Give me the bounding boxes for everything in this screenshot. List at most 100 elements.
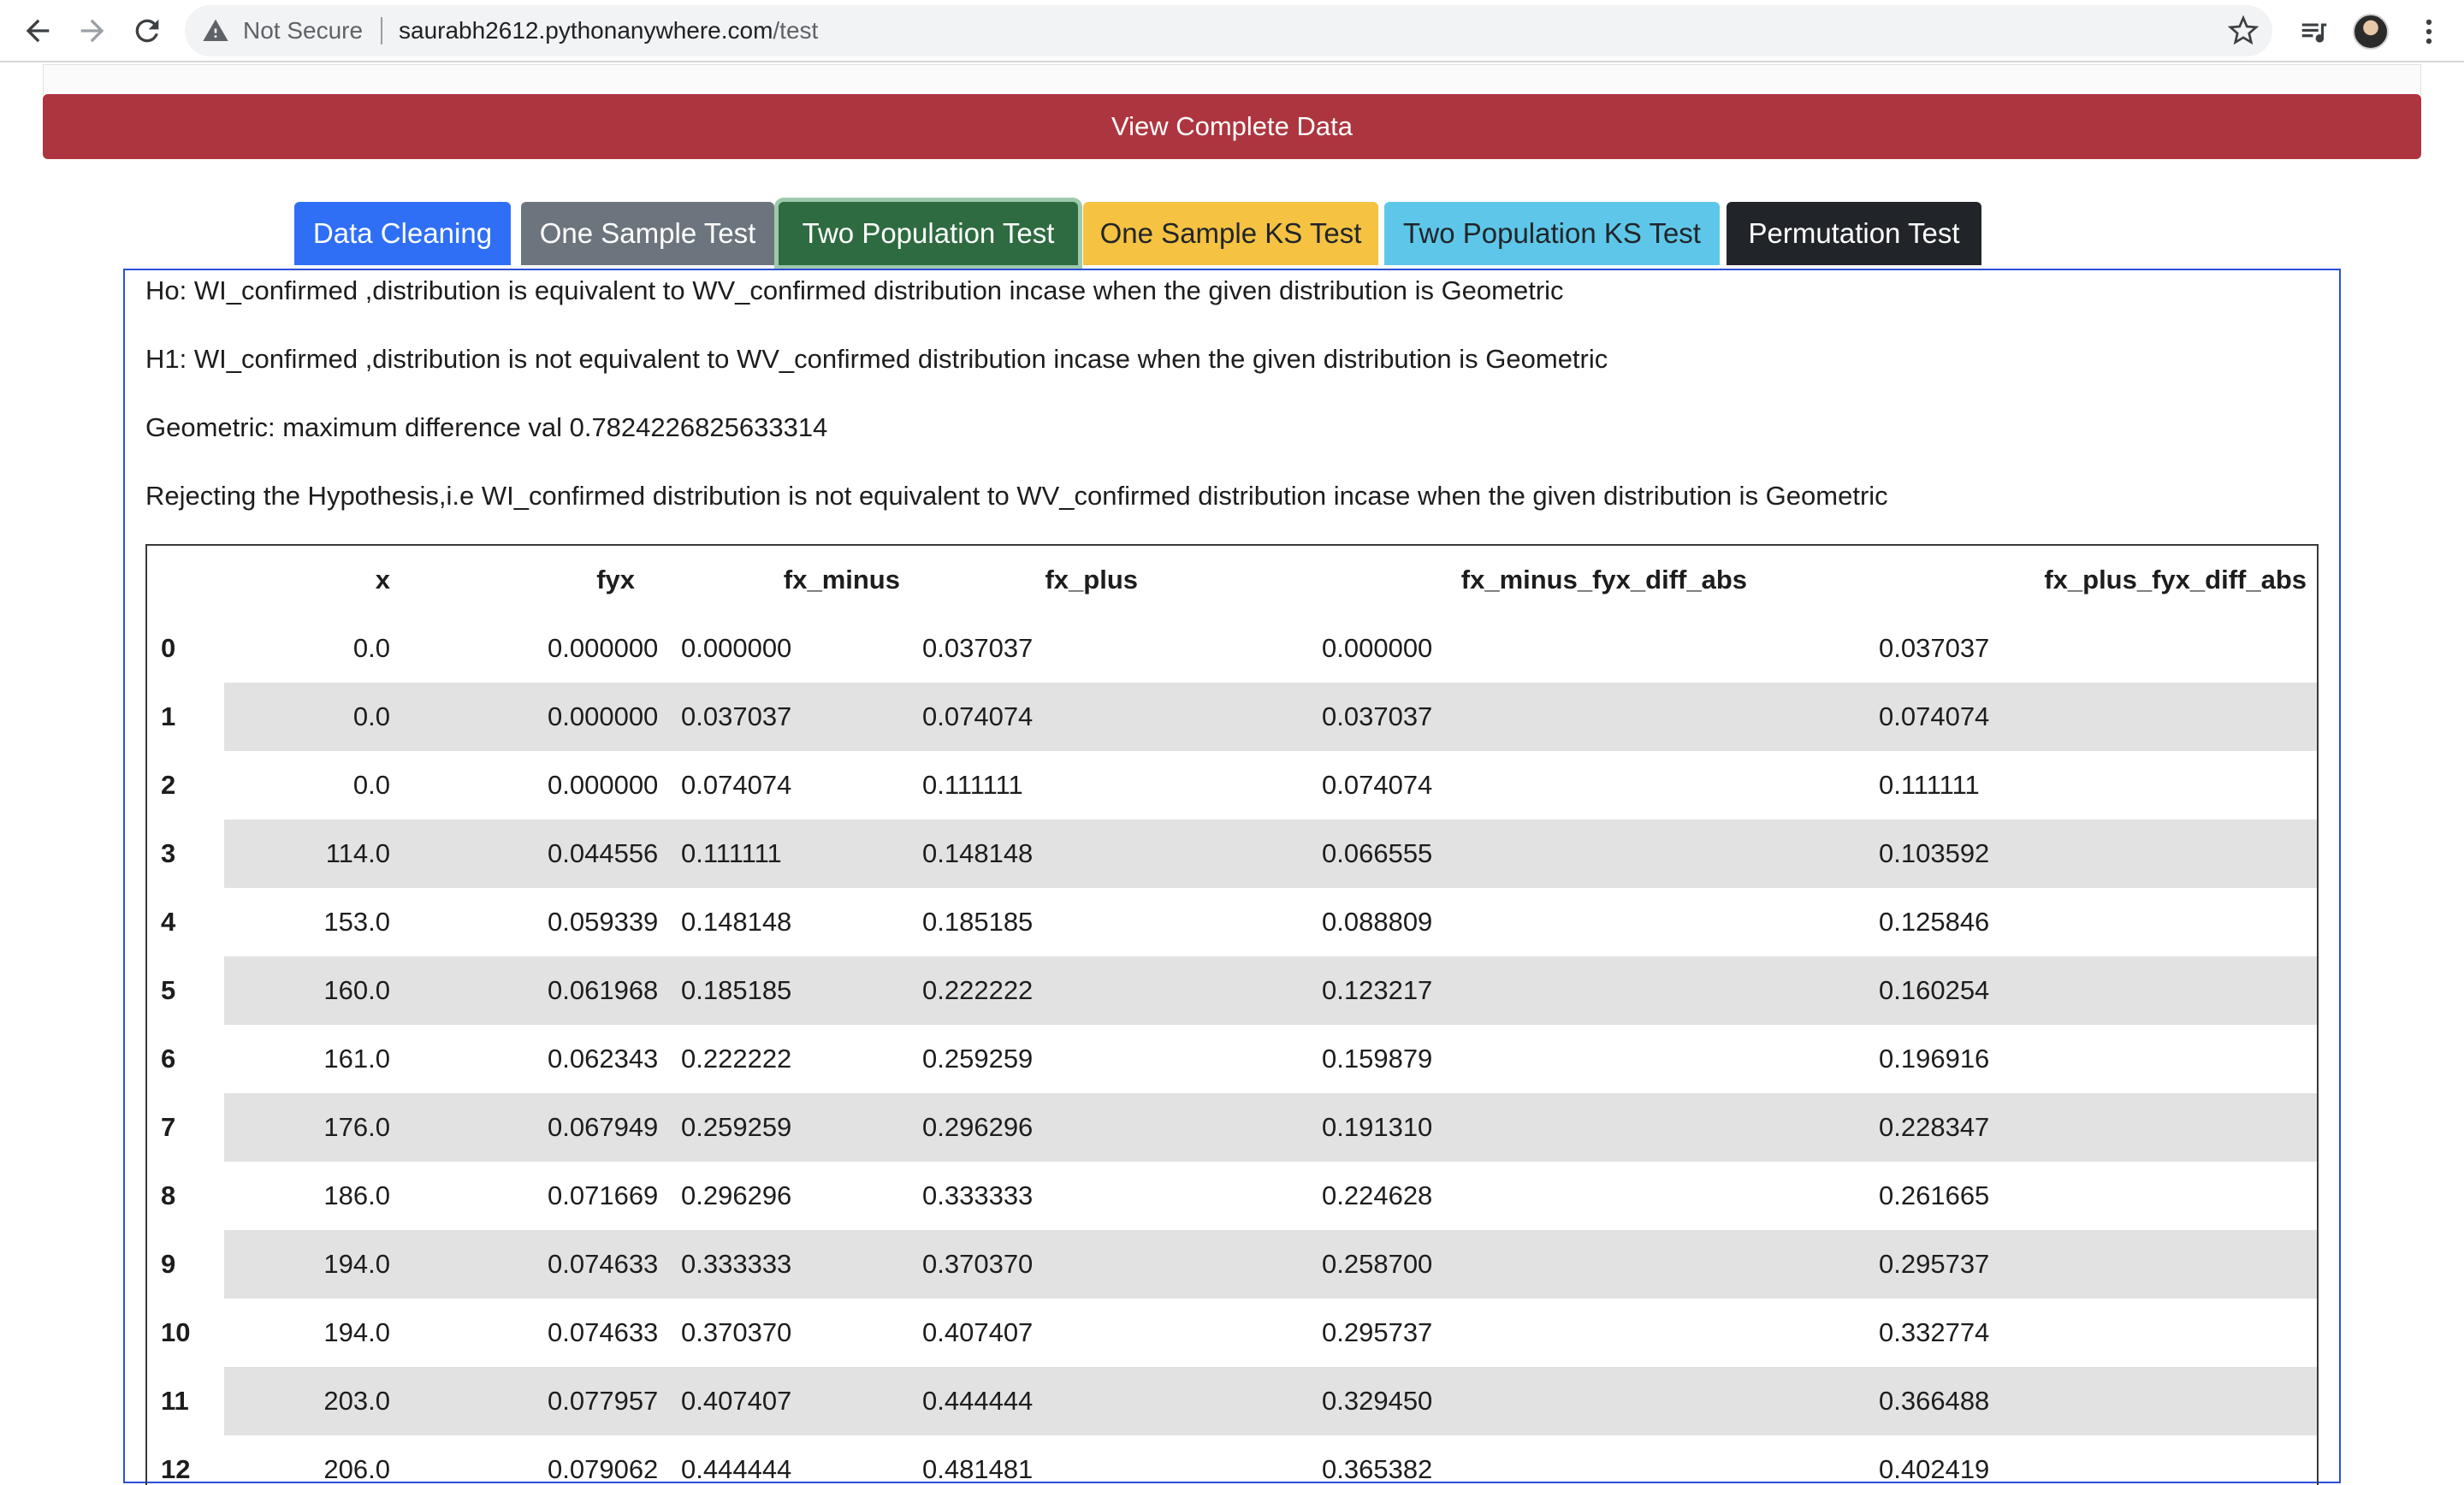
cell-fyx: 0.061968 — [438, 956, 658, 1025]
cell-x: 0.0 — [352, 633, 390, 663]
page-header-strip — [43, 64, 2421, 95]
cell-fyx: 0.059339 — [548, 907, 659, 937]
cell-index: 7 — [161, 1112, 176, 1142]
table-row: 0 0.0 0.000000 0.000000 0.037037 0.000000 0.03… — [147, 614, 2317, 683]
cell-x: 114.0 — [224, 819, 438, 888]
cell-x: 194.0 — [224, 1230, 438, 1299]
column-header-x: x — [375, 565, 390, 595]
cell-fx-plus-fyx-diff-abs: 0.402419 — [1879, 1454, 1990, 1484]
cell-fx-plus: 0.407407 — [922, 1317, 1034, 1347]
url-domain: saurabh2612.pythonanywhere.com — [399, 17, 773, 44]
tab-data-cleaning[interactable]: Data Cleaning — [294, 202, 511, 265]
table-row: 5 160.0 0.061968 0.185185 0.222222 0.123217 0.… — [147, 956, 2317, 1025]
conclusion-text: Rejecting the Hypothesis,i.e WI_confirme… — [145, 481, 1888, 511]
tab-two-population-ks-test[interactable]: Two Population KS Test — [1384, 202, 1720, 265]
table-row: 11 203.0 0.077957 0.407407 0.444444 0.329450 0… — [147, 1367, 2317, 1435]
cell-index: 6 — [161, 1044, 176, 1074]
cell-fx-plus: 0.148148 — [909, 819, 1165, 888]
cell-fx-minus-fyx-diff-abs: 0.258700 — [1165, 1230, 1747, 1299]
cell-fx-minus: 0.259259 — [643, 1093, 909, 1162]
cell-fyx: 0.000000 — [548, 633, 659, 663]
cell-fx-plus: 0.037037 — [922, 633, 1034, 663]
cell-fyx: 0.077957 — [438, 1367, 658, 1435]
cell-fx-minus: 0.000000 — [681, 633, 792, 663]
column-header-fx-plus-fyx-diff-abs: fx_plus_fyx_diff_abs — [2044, 565, 2307, 595]
tab-one-sample-test[interactable]: One Sample Test — [521, 202, 774, 265]
tab-permutation-test[interactable]: Permutation Test — [1727, 202, 1981, 265]
cell-index: 1 — [161, 701, 176, 731]
cell-fx-minus: 0.037037 — [643, 683, 909, 751]
alternative-hypothesis-text: H1: WI_confirmed ,distribution is not eq… — [145, 344, 1608, 374]
tab-one-sample-ks-test[interactable]: One Sample KS Test — [1083, 202, 1378, 265]
results-table: x fyx fx_minus fx_plus fx_minus_fyx_diff… — [147, 546, 2317, 1485]
cell-fx-minus: 0.222222 — [681, 1044, 792, 1074]
cell-x: 0.0 — [224, 683, 438, 751]
cell-index: 8 — [161, 1180, 176, 1210]
cell-fx-minus: 0.148148 — [681, 907, 792, 937]
cell-fx-minus: 0.370370 — [681, 1317, 792, 1347]
forward-arrow-icon[interactable] — [75, 14, 110, 48]
cell-fyx: 0.067949 — [438, 1093, 658, 1162]
view-complete-data-button[interactable]: View Complete Data — [43, 94, 2421, 159]
cell-index: 0 — [161, 633, 176, 663]
cell-fx-plus-fyx-diff-abs: 0.366488 — [1747, 1367, 2317, 1435]
warning-icon — [202, 17, 229, 44]
table-row: 1 0.0 0.000000 0.037037 0.074074 0.037037 0.07… — [147, 683, 2317, 751]
cell-fyx: 0.044556 — [438, 819, 658, 888]
cell-fx-plus-fyx-diff-abs: 0.295737 — [1747, 1230, 2317, 1299]
cell-fx-minus-fyx-diff-abs: 0.066555 — [1165, 819, 1747, 888]
url-text[interactable]: saurabh2612.pythonanywhere.com/test — [399, 17, 818, 44]
cell-fx-minus-fyx-diff-abs: 0.329450 — [1165, 1367, 1747, 1435]
cell-fx-plus-fyx-diff-abs: 0.125846 — [1879, 907, 1990, 937]
cell-fyx: 0.079062 — [548, 1454, 659, 1484]
cell-fx-plus: 0.444444 — [909, 1367, 1165, 1435]
url-divider — [381, 17, 382, 44]
cell-fx-plus: 0.333333 — [922, 1180, 1034, 1210]
cell-fx-minus-fyx-diff-abs: 0.191310 — [1165, 1093, 1747, 1162]
cell-index: 10 — [161, 1317, 191, 1347]
cell-fx-minus: 0.074074 — [681, 770, 792, 800]
back-arrow-icon[interactable] — [21, 14, 55, 48]
table-header-row: x fyx fx_minus fx_plus fx_minus_fyx_diff… — [147, 546, 2317, 614]
url-path: /test — [773, 17, 819, 44]
table-row: 3 114.0 0.044556 0.111111 0.148148 0.066555 0.… — [147, 819, 2317, 888]
not-secure-label[interactable]: Not Secure — [243, 17, 363, 44]
column-header-fx-plus: fx_plus — [1045, 565, 1138, 595]
cell-fx-plus: 0.111111 — [922, 770, 1023, 800]
cell-fx-plus-fyx-diff-abs: 0.111111 — [1879, 770, 1980, 800]
cell-fx-plus-fyx-diff-abs: 0.196916 — [1879, 1044, 1990, 1074]
cell-x: 206.0 — [323, 1454, 390, 1484]
null-hypothesis-text: Ho: WI_confirmed ,distribution is equiva… — [145, 275, 1564, 305]
cell-fx-minus-fyx-diff-abs: 0.224628 — [1322, 1180, 1433, 1210]
cell-x: 186.0 — [323, 1180, 390, 1210]
table-row: 8 186.0 0.071669 0.296296 0.333333 0.224628 0.… — [147, 1162, 2317, 1230]
address-bar[interactable]: Not Secure saurabh2612.pythonanywhere.co… — [185, 5, 2272, 56]
cell-index: 12 — [161, 1454, 191, 1484]
cell-fx-minus: 0.111111 — [643, 819, 909, 888]
max-difference-text: Geometric: maximum difference val 0.7824… — [145, 412, 828, 442]
table-row: 7 176.0 0.067949 0.259259 0.296296 0.191310 0.… — [147, 1093, 2317, 1162]
cell-fx-plus-fyx-diff-abs: 0.332774 — [1879, 1317, 1990, 1347]
cell-fx-minus-fyx-diff-abs: 0.365382 — [1322, 1454, 1433, 1484]
browser-toolbar: Not Secure saurabh2612.pythonanywhere.co… — [0, 0, 2464, 62]
media-playlist-icon[interactable] — [2298, 15, 2331, 48]
star-icon[interactable] — [2228, 15, 2259, 46]
reload-icon[interactable] — [130, 14, 164, 48]
cell-fx-plus: 0.222222 — [909, 956, 1165, 1025]
cell-index: 5 — [161, 975, 176, 1005]
cell-fx-plus-fyx-diff-abs: 0.037037 — [1879, 633, 1990, 663]
table-body: 0 0.0 0.000000 0.000000 0.037037 0.000000 0.03… — [147, 614, 2317, 1485]
column-header-index — [147, 546, 224, 614]
cell-fyx: 0.062343 — [548, 1044, 659, 1074]
table-row: 2 0.0 0.000000 0.074074 0.111111 0.074074 0.11… — [147, 751, 2317, 819]
cell-fx-minus-fyx-diff-abs: 0.074074 — [1322, 770, 1433, 800]
avatar[interactable] — [2353, 14, 2389, 50]
cell-x: 194.0 — [323, 1317, 390, 1347]
results-table-container: x fyx fx_minus fx_plus fx_minus_fyx_diff… — [145, 544, 2319, 1485]
cell-index: 4 — [161, 907, 176, 937]
more-vert-icon[interactable] — [2413, 15, 2445, 48]
cell-fx-plus: 0.296296 — [909, 1093, 1165, 1162]
tab-two-population-test[interactable]: Two Population Test — [779, 202, 1078, 265]
table-row: 6 161.0 0.062343 0.222222 0.259259 0.159879 0.… — [147, 1025, 2317, 1093]
cell-fx-minus: 0.444444 — [681, 1454, 792, 1484]
